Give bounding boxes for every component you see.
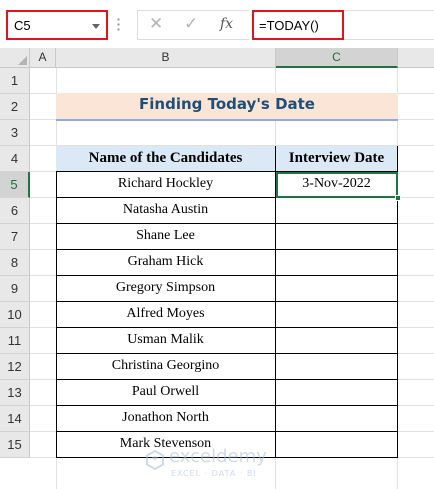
formula-input[interactable]: =TODAY() [252,10,344,40]
column-header-d[interactable] [398,48,434,68]
sheet-title: Finding Today's Date [139,95,315,113]
chevron-down-icon[interactable] [92,24,100,29]
table-header-candidates[interactable]: Name of the Candidates [56,146,276,172]
watermark-name: exceldemy [169,446,267,467]
exceldemy-logo-icon [146,450,164,470]
name-box-value[interactable]: C5 [14,18,31,33]
table-cell-interview-date[interactable] [276,380,398,406]
check-icon[interactable]: ✓ [184,14,198,34]
table-cell-candidate[interactable]: Natasha Austin [56,198,276,224]
column-header-a[interactable]: A [30,48,56,68]
title-underline [56,119,398,121]
table-cell-interview-date[interactable] [276,328,398,354]
row-header-7[interactable]: 7 [0,224,30,250]
table-cell-candidate[interactable]: Paul Orwell [56,380,276,406]
row-header-1[interactable]: 1 [0,68,30,94]
watermark: exceldemy EXCEL · DATA · BI [145,444,295,484]
row-header-12[interactable]: 12 [0,354,30,380]
name-box[interactable]: C5 [6,10,108,40]
insert-function-icon[interactable]: fx [220,16,233,32]
watermark-tagline: EXCEL · DATA · BI [171,469,257,478]
active-cell-c5[interactable] [276,172,398,198]
row-header-6[interactable]: 6 [0,198,30,224]
formula-bar-buttons: ✕ ✓ fx [137,10,249,40]
column-header-c[interactable]: C [276,48,398,68]
row-header-14[interactable]: 14 [0,406,30,432]
table-cell-candidate[interactable]: Gregory Simpson [56,276,276,302]
table-cell-candidate[interactable]: Christina Georgino [56,354,276,380]
table-cell-interview-date[interactable] [276,198,398,224]
row-header-5[interactable]: 5 [0,172,30,198]
row-header-11[interactable]: 11 [0,328,30,354]
table-cell-interview-date[interactable] [276,224,398,250]
formula-input-extension[interactable] [344,10,434,40]
table-cell-interview-date[interactable] [276,250,398,276]
row-header-2[interactable]: 2 [0,94,30,120]
row-header-10[interactable]: 10 [0,302,30,328]
select-all-corner[interactable] [0,48,30,68]
fill-handle[interactable] [395,195,401,201]
table-header-interview-date[interactable]: Interview Date [276,146,398,172]
formula-bar: C5 ✕ ✓ fx =TODAY() [0,0,434,48]
table-cell-interview-date[interactable] [276,406,398,432]
formula-bar-grip[interactable] [117,17,120,33]
table-cell-interview-date[interactable] [276,276,398,302]
select-all-icon [18,56,27,65]
worksheet-grid[interactable]: A B C 1 2 3 4 5 6 7 8 9 10 11 12 13 14 15 Finding Toda… [0,48,434,489]
column-header-b[interactable]: B [56,48,276,68]
row-header-15[interactable]: 15 [0,432,30,458]
table-cell-interview-date[interactable] [276,354,398,380]
table-cell-candidate[interactable]: Usman Malik [56,328,276,354]
row-header-3[interactable]: 3 [0,120,30,146]
row-header-9[interactable]: 9 [0,276,30,302]
table-cell-candidate[interactable]: Richard Hockley [56,172,276,198]
cancel-icon[interactable]: ✕ [149,14,163,34]
title-band[interactable]: Finding Today's Date [56,93,398,119]
table-cell-candidate[interactable]: Jonathon North [56,406,276,432]
table-cell-candidate[interactable]: Shane Lee [56,224,276,250]
table-cell-candidate[interactable]: Alfred Moyes [56,302,276,328]
row-header-8[interactable]: 8 [0,250,30,276]
formula-text: =TODAY() [259,18,319,33]
row-header-4[interactable]: 4 [0,146,30,172]
table-cell-candidate[interactable]: Graham Hick [56,250,276,276]
row-header-13[interactable]: 13 [0,380,30,406]
table-cell-interview-date[interactable] [276,302,398,328]
